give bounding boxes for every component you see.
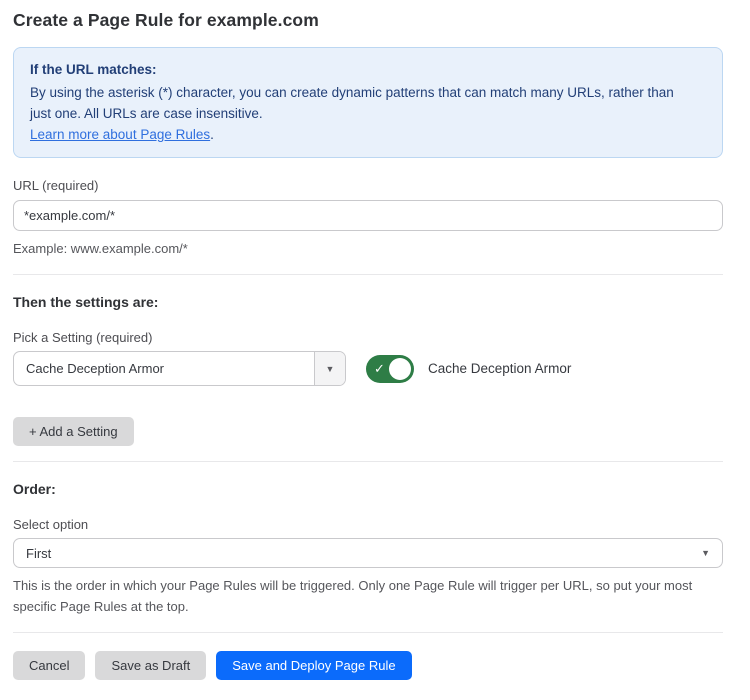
- create-page-rule-form: Create a Page Rule for example.com If th…: [0, 0, 750, 700]
- save-as-draft-button[interactable]: Save as Draft: [95, 651, 206, 680]
- chevron-down-icon: ▼: [701, 548, 710, 558]
- toggle-knob: [389, 358, 411, 380]
- url-match-info-callout: If the URL matches: By using the asteris…: [13, 47, 723, 158]
- setting-dropdown-arrow-button[interactable]: ▼: [314, 352, 345, 385]
- setting-toggle[interactable]: ✓: [366, 355, 414, 383]
- pick-setting-label: Pick a Setting (required): [13, 330, 723, 345]
- order-select[interactable]: First ▼: [13, 538, 723, 568]
- cancel-button[interactable]: Cancel: [13, 651, 85, 680]
- divider: [13, 632, 723, 633]
- info-callout-body: By using the asterisk (*) character, you…: [30, 82, 690, 124]
- save-and-deploy-button[interactable]: Save and Deploy Page Rule: [216, 651, 411, 680]
- add-setting-button[interactable]: + Add a Setting: [13, 417, 134, 446]
- setting-row: Cache Deception Armor ▼ ✓ Cache Deceptio…: [13, 351, 723, 386]
- order-select-value: First: [26, 546, 701, 561]
- url-example-helper: Example: www.example.com/*: [13, 238, 713, 259]
- url-input[interactable]: [13, 200, 723, 231]
- info-callout-heading: If the URL matches:: [30, 59, 706, 80]
- page-title: Create a Page Rule for example.com: [13, 10, 723, 31]
- divider: [13, 274, 723, 275]
- setting-toggle-label: Cache Deception Armor: [428, 361, 571, 376]
- order-select-label: Select option: [13, 517, 723, 532]
- setting-dropdown-value: Cache Deception Armor: [14, 352, 314, 385]
- divider: [13, 461, 723, 462]
- learn-more-link[interactable]: Learn more about Page Rules: [30, 127, 210, 142]
- link-suffix: .: [210, 127, 214, 142]
- check-icon: ✓: [374, 362, 385, 375]
- settings-section-heading: Then the settings are:: [13, 294, 723, 310]
- order-section-heading: Order:: [13, 481, 723, 497]
- setting-dropdown[interactable]: Cache Deception Armor ▼: [13, 351, 346, 386]
- form-actions: Cancel Save as Draft Save and Deploy Pag…: [13, 651, 723, 680]
- info-callout-link-line: Learn more about Page Rules.: [30, 124, 706, 145]
- url-field-label: URL (required): [13, 178, 723, 193]
- chevron-down-icon: ▼: [326, 364, 335, 374]
- order-helper-text: This is the order in which your Page Rul…: [13, 575, 713, 617]
